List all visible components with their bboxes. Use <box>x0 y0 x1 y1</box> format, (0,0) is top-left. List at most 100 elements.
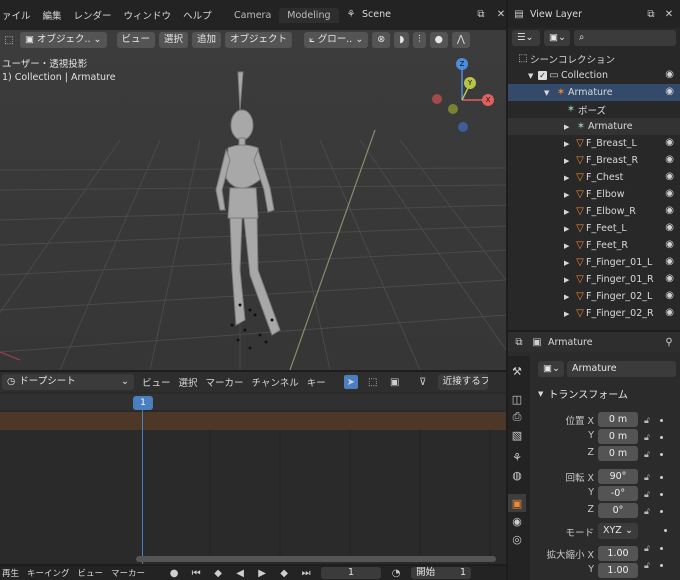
rotation-x-field[interactable]: 90° <box>598 469 638 484</box>
keyframe-dot[interactable] <box>659 436 663 439</box>
list-item[interactable]: ▶ ▽ F_Feet_R ◉ <box>508 237 680 254</box>
ds-menu-select[interactable]: 選択 <box>179 375 198 389</box>
expand-arrow-icon[interactable]: ▶ <box>564 157 574 165</box>
location-x-field[interactable]: 0 m <box>598 412 638 427</box>
dopesheet-mode-selector[interactable]: ◷ ドープシート ⌄ <box>2 374 134 390</box>
filter-icon[interactable]: ⊽ <box>416 375 430 389</box>
eye-icon[interactable]: ◉ <box>665 154 674 165</box>
axis-y-icon[interactable]: Y <box>464 77 476 89</box>
tool-tab-icon[interactable]: ⚒ <box>508 362 526 380</box>
keyframe-dot[interactable] <box>659 564 663 567</box>
clock-icon[interactable]: ◔ <box>389 566 403 580</box>
modifier-tab-icon[interactable]: ◉ <box>508 512 526 530</box>
eye-icon[interactable]: ◉ <box>665 86 674 97</box>
list-item[interactable]: ▶ ▽ F_Chest ◉ <box>508 169 680 186</box>
expand-arrow-icon[interactable]: ▶ <box>564 225 574 233</box>
axis-neg-y-icon[interactable] <box>448 104 458 114</box>
scale-y-field[interactable]: 1.00 <box>598 563 638 578</box>
menu-file[interactable]: ァイル <box>2 8 31 22</box>
prev-keyframe-icon[interactable]: ◆ <box>211 566 225 580</box>
location-y-field[interactable]: 0 m <box>598 429 638 444</box>
outliner-search-input[interactable]: ⌕ <box>574 30 676 46</box>
ds-menu-key[interactable]: キー <box>307 375 326 389</box>
ds-menu-marker[interactable]: マーカー <box>206 375 244 389</box>
keyframe-dot[interactable] <box>659 510 663 513</box>
scene-tab-icon[interactable]: ⚘ <box>508 448 526 466</box>
record-icon[interactable]: ● <box>167 566 181 580</box>
jump-start-icon[interactable]: ⏮ <box>189 566 203 580</box>
lock-icon[interactable]: 🔓︎ <box>644 561 650 571</box>
expand-arrow-icon[interactable]: ▼ <box>544 89 554 97</box>
menu-render[interactable]: レンダー <box>74 8 112 22</box>
expand-arrow-icon[interactable]: ▶ <box>564 174 574 182</box>
keyframe-dot[interactable] <box>659 493 663 496</box>
expand-arrow-icon[interactable]: ▶ <box>564 208 574 216</box>
outliner-armature-row[interactable]: ▼ ✶ Armature ◉ <box>508 84 680 101</box>
eye-icon[interactable]: ◉ <box>665 239 674 250</box>
lock-icon[interactable]: 🔓︎ <box>644 416 650 426</box>
expand-arrow-icon[interactable]: ▶ <box>564 293 574 301</box>
show-hidden-icon[interactable]: ⬚ <box>366 375 380 389</box>
expand-arrow-icon[interactable]: ▶ <box>564 259 574 267</box>
start-frame-field[interactable]: 開始 1 <box>411 567 472 579</box>
eye-icon[interactable]: ◉ <box>665 188 674 199</box>
delete-scene-icon[interactable]: ✕ <box>494 7 508 21</box>
delete-view-layer-icon[interactable]: ✕ <box>662 7 676 21</box>
list-item[interactable]: ▶ ▽ F_Elbow ◉ <box>508 186 680 203</box>
transform-panel-header[interactable]: ▼ トランスフォーム <box>538 386 628 402</box>
lock-icon[interactable]: 🔓︎ <box>644 450 650 460</box>
frame-ruler[interactable] <box>0 394 506 410</box>
view-layer-icon[interactable]: ▤ <box>512 7 526 21</box>
list-item[interactable]: ▶ ▽ F_Breast_R ◉ <box>508 152 680 169</box>
tl-menu-view[interactable]: ビュー <box>78 567 104 579</box>
lock-icon[interactable]: 🔓︎ <box>644 507 650 517</box>
next-keyframe-icon[interactable]: ◆ <box>277 566 291 580</box>
physics-tab-icon[interactable]: ◎ <box>508 530 526 548</box>
expand-arrow-icon[interactable]: ▶ <box>564 310 574 318</box>
navigation-gizmo[interactable]: Z Y X <box>428 52 498 152</box>
axis-neg-x-icon[interactable] <box>432 94 442 104</box>
expand-arrow-icon[interactable]: ▼ <box>538 390 543 398</box>
list-item[interactable]: ▶ ▽ F_Feet_L ◉ <box>508 220 680 237</box>
menu-help[interactable]: ヘルプ <box>183 8 212 22</box>
eye-icon[interactable]: ◉ <box>665 171 674 182</box>
location-z-field[interactable]: 0 m <box>598 446 638 461</box>
list-item[interactable]: ▶ ▽ F_Finger_02_R ◉ <box>508 305 680 322</box>
list-item[interactable]: ▶ ▽ F_Finger_01_L ◉ <box>508 254 680 271</box>
scene-icon[interactable]: ⚘ <box>344 7 358 21</box>
keyframe-dot[interactable] <box>659 453 663 456</box>
menu-edit[interactable]: 編集 <box>43 8 62 22</box>
summary-row[interactable] <box>0 412 506 430</box>
tab-camera[interactable]: Camera <box>226 8 279 23</box>
view-layer-name[interactable]: View Layer <box>530 9 582 20</box>
output-tab-icon[interactable]: ⎙ <box>508 408 526 426</box>
current-frame-indicator[interactable]: 1 <box>133 396 153 410</box>
eye-icon[interactable]: ◉ <box>665 256 674 267</box>
eye-icon[interactable]: ◉ <box>665 273 674 284</box>
world-tab-icon[interactable]: ◍ <box>508 466 526 484</box>
eye-icon[interactable]: ◉ <box>665 290 674 301</box>
editor-type-icon[interactable]: ⧉ <box>512 335 526 349</box>
ds-menu-view[interactable]: ビュー <box>142 375 171 389</box>
play-icon[interactable]: ▶ <box>255 566 269 580</box>
pin-icon[interactable]: ⚲ <box>662 335 676 349</box>
axis-z-icon[interactable]: Z <box>456 58 468 70</box>
list-item[interactable]: ▶ ▽ F_Breast_L ◉ <box>508 135 680 152</box>
jump-end-icon[interactable]: ⏭ <box>299 566 313 580</box>
eye-icon[interactable]: ◉ <box>665 137 674 148</box>
render-tab-icon[interactable]: ◫ <box>508 390 526 408</box>
ds-menu-channel[interactable]: チャンネル <box>252 375 299 389</box>
scene-name[interactable]: Scene <box>362 9 391 20</box>
outliner-filter-icon[interactable]: ▣⌄ <box>544 30 570 46</box>
tl-menu-keying[interactable]: キーイング <box>27 567 70 579</box>
rotation-z-field[interactable]: 0° <box>598 503 638 518</box>
eye-icon[interactable]: ◉ <box>665 205 674 216</box>
snap-mode[interactable]: 近接するフ <box>437 374 488 390</box>
current-frame-field[interactable]: 1 <box>321 567 382 579</box>
expand-arrow-icon[interactable]: ▶ <box>564 276 574 284</box>
outliner-display-mode-icon[interactable]: ☰⌄ <box>512 30 540 46</box>
axis-neg-z-icon[interactable] <box>458 122 468 132</box>
expand-arrow-icon[interactable]: ▶ <box>564 191 574 199</box>
new-scene-icon[interactable]: ⧉ <box>474 7 488 21</box>
expand-arrow-icon[interactable]: ▼ <box>528 72 538 80</box>
